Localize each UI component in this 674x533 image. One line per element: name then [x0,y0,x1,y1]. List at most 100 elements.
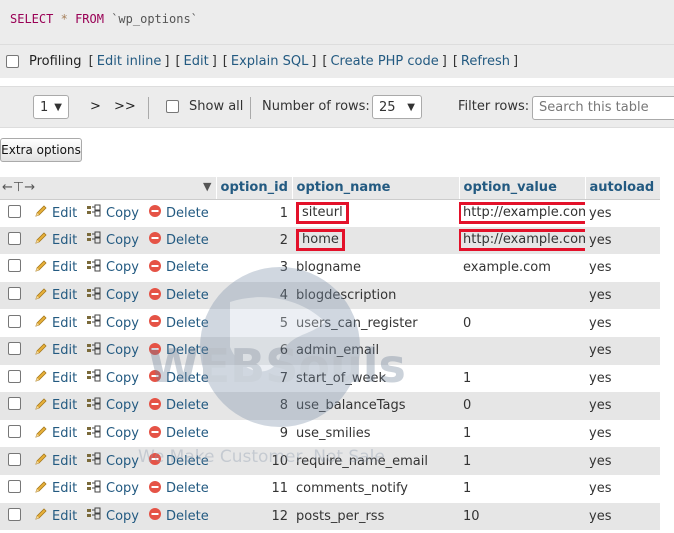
profiling-checkbox[interactable] [6,55,19,68]
option-value-text[interactable]: 1 [463,371,471,386]
table-row: Edit Copy Delete 2 home http://example.com yes [0,226,661,255]
header-option-value[interactable]: option_value [458,177,586,200]
delete-row-button[interactable]: Delete [148,369,209,387]
row-checkbox[interactable] [8,287,21,301]
header-autoload[interactable]: autoload [584,177,661,200]
row-checkbox[interactable] [8,342,21,356]
row-checkbox[interactable] [8,259,21,273]
option-name-value[interactable]: comments_notify [296,481,408,496]
delete-label: Delete [166,508,209,524]
sort-dropdown-icon[interactable]: ▼ [203,180,211,193]
row-checkbox[interactable] [8,452,21,466]
option-value-text[interactable]: example.com [463,260,551,275]
delete-row-button[interactable]: Delete [148,314,209,332]
option-value-text[interactable]: 0 [463,398,471,413]
option-name-cell: use_smilies [292,419,460,448]
row-select-cell [0,392,30,420]
copy-row-button[interactable]: Copy [86,369,139,387]
option-value-text[interactable]: http://example.com [459,202,586,225]
last-page-button[interactable]: >> [114,99,136,114]
row-checkbox[interactable] [8,204,21,218]
option-name-value[interactable]: users_can_register [296,316,418,331]
edit-row-button[interactable]: Edit [34,369,77,387]
delete-row-button[interactable]: Delete [148,507,209,525]
row-checkbox[interactable] [8,507,21,521]
column-resize-arrows-icon[interactable]: ←⊤→ [2,180,35,195]
row-checkbox[interactable] [8,480,21,494]
autoload-cell: yes [585,199,661,227]
delete-row-button[interactable]: Delete [148,397,209,415]
copy-row-button[interactable]: Copy [86,314,139,332]
delete-row-button[interactable]: Delete [148,425,209,443]
option-name-value[interactable]: use_balanceTags [296,398,405,413]
show-all-checkbox[interactable] [166,100,179,113]
copy-row-button[interactable]: Copy [86,507,139,525]
row-checkbox[interactable] [8,369,21,383]
delete-row-button[interactable]: Delete [148,452,209,470]
row-checkbox[interactable] [8,397,21,411]
header-option-id[interactable]: option_id [215,177,293,200]
option-value-text[interactable]: 10 [463,509,480,524]
option-name-value[interactable]: posts_per_rss [296,509,384,524]
next-page-button[interactable]: > [90,99,101,114]
copy-label: Copy [106,343,139,359]
copy-row-button[interactable]: Copy [86,452,139,470]
option-name-value[interactable]: home [296,229,345,252]
edit-action-cell: Edit [30,226,82,255]
edit-row-button[interactable]: Edit [34,287,77,305]
option-name-value[interactable]: require_name_email [296,454,428,469]
copy-row-button[interactable]: Copy [86,425,139,443]
option-name-value[interactable]: blogdescription [296,288,396,303]
edit-row-button[interactable]: Edit [34,425,77,443]
copy-row-button[interactable]: Copy [86,342,139,360]
edit-query-link[interactable]: Edit [184,54,209,69]
delete-row-button[interactable]: Delete [148,231,209,249]
edit-action-cell: Edit [30,474,82,503]
option-name-value[interactable]: use_smilies [296,426,371,441]
option-name-value[interactable]: admin_email [296,343,379,358]
delete-row-button[interactable]: Delete [148,259,209,277]
edit-inline-link[interactable]: Edit inline [97,54,162,69]
delete-row-button[interactable]: Delete [148,204,209,222]
copy-row-button[interactable]: Copy [86,287,139,305]
copy-row-button[interactable]: Copy [86,480,139,498]
edit-row-button[interactable]: Edit [34,314,77,332]
option-value-text[interactable]: 1 [463,426,471,441]
copy-row-button[interactable]: Copy [86,259,139,277]
copy-row-button[interactable]: Copy [86,397,139,415]
option-value-text[interactable]: 1 [463,481,471,496]
create-php-code-link[interactable]: Create PHP code [330,54,438,69]
explain-sql-link[interactable]: Explain SQL [231,54,308,69]
row-checkbox[interactable] [8,231,21,245]
rows-label: Number of rows: [262,99,370,114]
refresh-link[interactable]: Refresh [461,54,510,69]
option-value-text[interactable]: 0 [463,316,471,331]
option-id-cell: 2 [216,226,293,255]
option-name-value[interactable]: siteurl [296,202,349,225]
edit-row-button[interactable]: Edit [34,259,77,277]
header-option-name[interactable]: option_name [291,177,460,200]
option-name-value[interactable]: start_of_week [296,371,386,386]
copy-row-button[interactable]: Copy [86,231,139,249]
extra-options-button[interactable]: Extra options [0,138,82,162]
option-name-value[interactable]: blogname [296,260,361,275]
delete-row-button[interactable]: Delete [148,342,209,360]
edit-row-button[interactable]: Edit [34,342,77,360]
table-row: Edit Copy Delete 11 comments_notify 1 yes [0,474,661,503]
delete-row-button[interactable]: Delete [148,287,209,305]
edit-row-button[interactable]: Edit [34,452,77,470]
edit-row-button[interactable]: Edit [34,480,77,498]
rows-select[interactable]: 25 ▼ [372,95,422,119]
edit-row-button[interactable]: Edit [34,204,77,222]
row-checkbox[interactable] [8,314,21,328]
edit-row-button[interactable]: Edit [34,507,77,525]
edit-row-button[interactable]: Edit [34,397,77,415]
delete-row-button[interactable]: Delete [148,480,209,498]
filter-search-input[interactable]: Search this table [532,96,674,120]
option-value-text[interactable]: http://example.com [459,229,586,252]
copy-row-button[interactable]: Copy [86,204,139,222]
edit-row-button[interactable]: Edit [34,231,77,249]
row-checkbox[interactable] [8,425,21,439]
page-select[interactable]: 1 ▼ [33,95,69,119]
option-value-text[interactable]: 1 [463,454,471,469]
